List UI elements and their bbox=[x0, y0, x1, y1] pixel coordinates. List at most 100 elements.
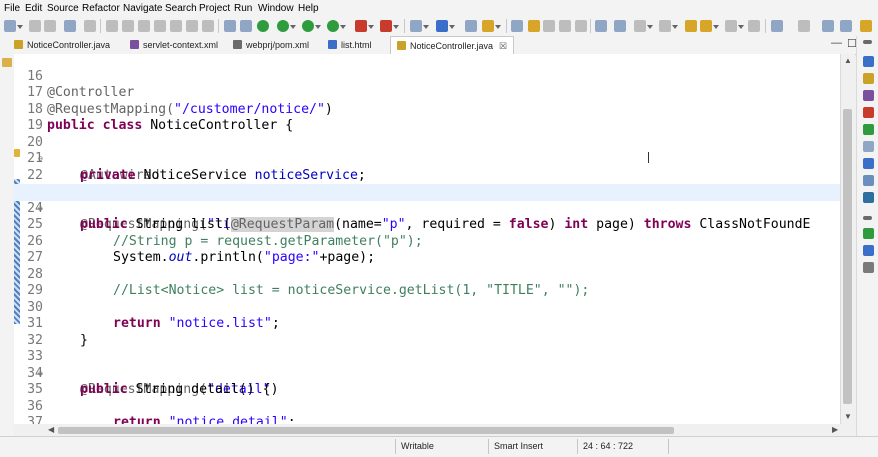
menu-bar: File Edit Source Refactor Navigate Searc… bbox=[0, 0, 878, 17]
menu-edit[interactable]: Edit bbox=[25, 3, 42, 14]
pin-editor-icon[interactable] bbox=[771, 20, 783, 32]
scroll-left-arrow-icon[interactable]: ◀ bbox=[48, 425, 54, 434]
menu-file[interactable]: File bbox=[4, 3, 20, 14]
new-class-icon[interactable] bbox=[436, 20, 448, 32]
scroll-down-arrow-icon[interactable]: ▼ bbox=[844, 412, 852, 421]
run-icon[interactable] bbox=[302, 20, 314, 32]
show-whitespace-icon[interactable] bbox=[559, 20, 571, 32]
package-explorer-icon[interactable] bbox=[2, 58, 12, 67]
search-icon-tb[interactable] bbox=[614, 20, 626, 32]
save-all-icon[interactable] bbox=[44, 20, 56, 32]
tab-servlet-context[interactable]: servlet-context.xml bbox=[130, 36, 218, 54]
editor-vertical-scrollbar[interactable]: ▲ ▼ bbox=[840, 54, 855, 424]
menu-source[interactable]: Source bbox=[47, 3, 79, 14]
properties-view-icon[interactable] bbox=[863, 262, 874, 273]
markers-view-icon[interactable] bbox=[863, 245, 874, 256]
menu-refactor[interactable]: Refactor bbox=[82, 3, 120, 14]
step-over-icon[interactable] bbox=[186, 20, 198, 32]
hierarchy-view-icon[interactable] bbox=[863, 90, 874, 101]
annotation-nav-icon[interactable] bbox=[634, 20, 646, 32]
servers-view-icon[interactable] bbox=[863, 124, 874, 135]
tab-notice-controller-active[interactable]: NoticeController.java ☒ bbox=[390, 36, 515, 55]
open-perspective-icon[interactable] bbox=[822, 20, 834, 32]
disconnect-icon[interactable] bbox=[154, 20, 166, 32]
save-icon[interactable] bbox=[29, 20, 41, 32]
new-dropdown-icon[interactable] bbox=[17, 25, 23, 29]
run-dropdown-icon[interactable] bbox=[315, 25, 321, 29]
terminate-icon[interactable] bbox=[138, 20, 150, 32]
step-into-icon[interactable] bbox=[170, 20, 182, 32]
debug-dropdown-icon[interactable] bbox=[290, 25, 296, 29]
suspend-icon[interactable] bbox=[122, 20, 134, 32]
back-icon[interactable] bbox=[700, 20, 712, 32]
globe-icon[interactable] bbox=[595, 20, 607, 32]
code-line-36: 36 return "notice.detail"; bbox=[14, 382, 840, 425]
tab-list-html[interactable]: list.html bbox=[328, 36, 372, 54]
tab-pom-xml[interactable]: webprj/pom.xml bbox=[233, 36, 309, 54]
new-class-dropdown-icon[interactable] bbox=[449, 25, 455, 29]
minimize-icon[interactable] bbox=[863, 40, 872, 44]
open-console-icon[interactable] bbox=[240, 20, 252, 32]
step-return-icon[interactable] bbox=[202, 20, 214, 32]
stop-dropdown-icon[interactable] bbox=[368, 25, 374, 29]
java-ee-perspective-icon[interactable] bbox=[840, 20, 852, 32]
outline-view-icon[interactable] bbox=[863, 56, 874, 67]
menu-help[interactable]: Help bbox=[298, 3, 319, 14]
menu-project[interactable]: Project bbox=[199, 3, 230, 14]
snippets-view-icon[interactable] bbox=[863, 228, 874, 239]
close-tab-icon[interactable]: ☒ bbox=[499, 41, 507, 51]
paragraph-icon[interactable] bbox=[575, 20, 587, 32]
console-view-icon[interactable] bbox=[863, 158, 874, 169]
annotation-dropdown-icon[interactable] bbox=[647, 25, 653, 29]
server-icon[interactable] bbox=[257, 20, 269, 32]
task-dropdown-icon[interactable] bbox=[495, 25, 501, 29]
menu-run[interactable]: Run bbox=[234, 3, 252, 14]
new-java-project-icon[interactable] bbox=[410, 20, 422, 32]
scroll-up-arrow-icon[interactable]: ▲ bbox=[844, 56, 852, 65]
back-dropdown-icon[interactable] bbox=[713, 25, 719, 29]
external-tools-dropdown-icon[interactable] bbox=[393, 25, 399, 29]
stop-icon[interactable] bbox=[355, 20, 367, 32]
progress-view-icon[interactable] bbox=[863, 175, 874, 186]
external-tools-icon[interactable] bbox=[380, 20, 392, 32]
toolbar-separator bbox=[404, 19, 405, 33]
next-annotation-icon[interactable] bbox=[659, 20, 671, 32]
menu-navigate[interactable]: Navigate bbox=[123, 3, 162, 14]
open-task-icon[interactable] bbox=[482, 20, 494, 32]
editor-horizontal-scrollbar[interactable]: ◀ ▶ bbox=[14, 424, 840, 436]
menu-window[interactable]: Window bbox=[258, 3, 294, 14]
java-perspective-icon[interactable] bbox=[860, 20, 872, 32]
coverage-icon[interactable] bbox=[327, 20, 339, 32]
debug-icon[interactable] bbox=[277, 20, 289, 32]
block-selection-icon[interactable] bbox=[543, 20, 555, 32]
toggle-mark-occurrences-icon[interactable] bbox=[511, 20, 523, 32]
junit-view-icon[interactable] bbox=[863, 192, 874, 203]
forward-icon-2[interactable] bbox=[748, 20, 760, 32]
forward-dropdown-icon[interactable] bbox=[738, 25, 744, 29]
scroll-right-arrow-icon[interactable]: ▶ bbox=[832, 425, 838, 434]
code-line-17: 17 @RequestMapping("/customer/notice/") bbox=[14, 69, 840, 117]
horizontal-scroll-thumb[interactable] bbox=[58, 427, 674, 434]
task-list-icon[interactable] bbox=[863, 73, 874, 84]
next-annotation-dropdown-icon[interactable] bbox=[672, 25, 678, 29]
open-type-icon[interactable] bbox=[465, 20, 477, 32]
code-editor[interactable]: 16 @Controller 17 @RequestMapping("/cust… bbox=[14, 54, 840, 424]
highlight-icon[interactable] bbox=[528, 20, 540, 32]
use-step-filters-icon[interactable] bbox=[224, 20, 236, 32]
new-dropdown-icon[interactable] bbox=[423, 25, 429, 29]
quick-access-search-icon[interactable] bbox=[798, 20, 810, 32]
vertical-scroll-thumb[interactable] bbox=[843, 109, 852, 404]
problems-view-icon[interactable] bbox=[863, 107, 874, 118]
data-source-icon[interactable] bbox=[863, 141, 874, 152]
minimize-icon-2[interactable] bbox=[863, 216, 872, 220]
resume-icon[interactable] bbox=[106, 20, 118, 32]
menu-search[interactable]: Search bbox=[165, 3, 197, 14]
coverage-dropdown-icon[interactable] bbox=[340, 25, 346, 29]
last-edit-icon[interactable] bbox=[685, 20, 697, 32]
forward-icon[interactable] bbox=[725, 20, 737, 32]
new-icon[interactable] bbox=[4, 20, 16, 32]
print-icon[interactable] bbox=[64, 20, 76, 32]
minimize-editor-button[interactable]: — bbox=[831, 37, 842, 49]
tab-notice-controller-1[interactable]: NoticeController.java bbox=[14, 36, 110, 54]
skip-breakpoints-icon[interactable] bbox=[84, 20, 96, 32]
